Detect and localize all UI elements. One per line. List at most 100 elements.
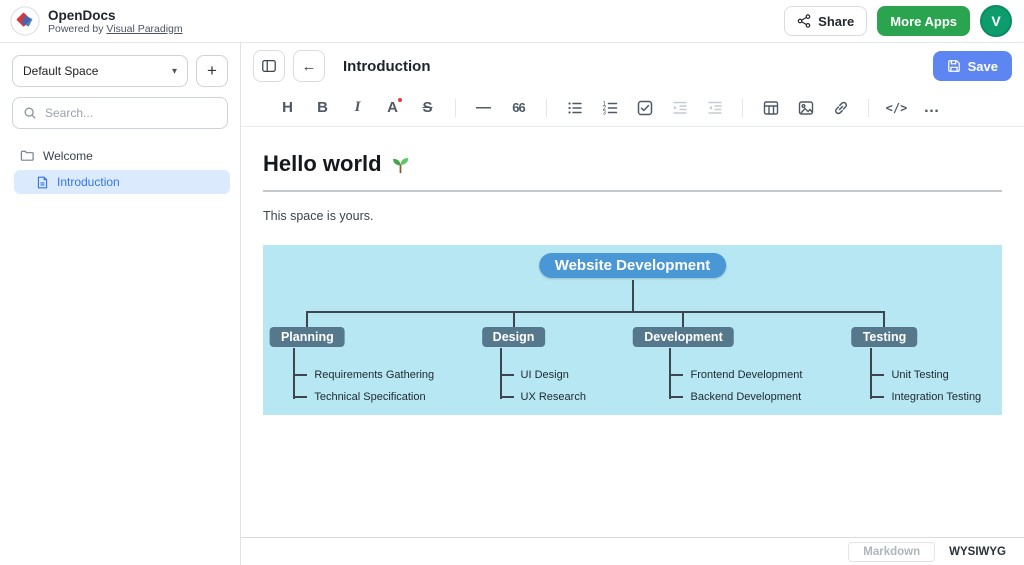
header-actions: Share More Apps V (784, 5, 1012, 37)
horizontal-rule-button[interactable]: — (467, 93, 500, 123)
add-page-button[interactable]: + (196, 55, 228, 87)
markdown-mode-tab[interactable]: Markdown (848, 542, 935, 562)
font-color-button[interactable]: A (376, 93, 409, 123)
search-icon (23, 106, 37, 120)
tree-item-label: Welcome (43, 149, 93, 163)
main-area: Default Space ▾ + (0, 43, 1024, 565)
diagram-root-node[interactable]: Website Development (539, 253, 727, 278)
website-development-diagram[interactable]: Website Development Planning Requirement… (263, 245, 1002, 415)
seedling-emoji-icon (390, 154, 411, 175)
code-glyph: </> (886, 101, 908, 115)
diagram-connector (306, 311, 308, 327)
user-avatar[interactable]: V (980, 5, 1012, 37)
bold-glyph: B (317, 99, 328, 116)
app-window: OpenDocs Powered by Visual Paradigm Shar… (0, 0, 1024, 565)
document-toolbar: ← Introduction Save (241, 43, 1024, 89)
document-icon (36, 176, 49, 189)
diagram-connector (500, 396, 514, 398)
diagram-leaf[interactable]: Unit Testing (870, 369, 948, 381)
toolbar-divider (546, 99, 547, 117)
diagram-branch-node[interactable]: Design (482, 327, 546, 347)
diagram-leaf[interactable]: Integration Testing (870, 391, 981, 403)
more-apps-button[interactable]: More Apps (877, 6, 970, 36)
page-tree: Welcome Introduction (0, 143, 240, 194)
code-button[interactable]: </> (880, 93, 913, 123)
share-label: Share (818, 14, 854, 29)
opendocs-logo-icon (10, 6, 40, 36)
tree-item-label: Introduction (57, 175, 120, 189)
heading-divider (263, 190, 1002, 192)
checklist-button[interactable] (628, 93, 661, 123)
powered-by: Powered by Visual Paradigm (48, 23, 183, 35)
diagram-leaf-label: Unit Testing (891, 369, 948, 381)
diagram-branch-node[interactable]: Planning (270, 327, 345, 347)
document-heading: Hello world (263, 151, 1002, 177)
strikethrough-button[interactable]: S (411, 93, 444, 123)
editor-canvas[interactable]: Hello world This space is yours. Website… (241, 127, 1024, 537)
heading-glyph: H (282, 99, 293, 116)
diagram-connector (883, 311, 885, 327)
toggle-sidebar-button[interactable] (253, 50, 285, 82)
bold-button[interactable]: B (306, 93, 339, 123)
diagram-connector (870, 374, 884, 376)
quote-glyph: 66 (512, 100, 524, 115)
folder-icon (20, 148, 35, 163)
save-button[interactable]: Save (933, 51, 1012, 81)
powered-by-prefix: Powered by (48, 23, 106, 35)
search-input[interactable] (45, 106, 217, 120)
diagram-connector (307, 311, 885, 313)
tree-item-introduction[interactable]: Introduction (14, 170, 230, 194)
indent-button[interactable] (663, 93, 696, 123)
italic-glyph: I (355, 99, 361, 116)
search-box (12, 97, 228, 129)
diagram-leaf[interactable]: Requirements Gathering (293, 369, 434, 381)
strike-glyph: S (422, 99, 432, 116)
diagram-connector (500, 374, 514, 376)
hr-glyph: — (476, 99, 491, 116)
document-heading-text: Hello world (263, 151, 382, 177)
sidebar: Default Space ▾ + (0, 43, 241, 565)
diagram-leaf-label: Backend Development (690, 391, 801, 403)
table-button[interactable] (754, 93, 787, 123)
diagram-leaf[interactable]: Frontend Development (669, 369, 802, 381)
space-row: Default Space ▾ + (0, 43, 240, 87)
diagram-leaf[interactable]: UX Research (500, 391, 586, 403)
visual-paradigm-link[interactable]: Visual Paradigm (106, 23, 182, 35)
back-button[interactable]: ← (293, 50, 325, 82)
page-title: Introduction (343, 58, 430, 75)
outdent-button[interactable] (698, 93, 731, 123)
wysiwyg-mode-tab[interactable]: WYSIWYG (945, 543, 1010, 561)
diagram-connector (870, 396, 884, 398)
blockquote-button[interactable]: 66 (502, 93, 535, 123)
link-button[interactable] (824, 93, 857, 123)
diagram-leaf[interactable]: Backend Development (669, 391, 801, 403)
app-title: OpenDocs (48, 8, 183, 23)
toolbar-divider (868, 99, 869, 117)
font-color-glyph: A (387, 99, 398, 116)
diagram-leaf-label: Frontend Development (690, 369, 802, 381)
italic-button[interactable]: I (341, 93, 374, 123)
diagram-branch-node[interactable]: Testing (852, 327, 918, 347)
diagram-leaf-label: UX Research (521, 391, 586, 403)
top-header: OpenDocs Powered by Visual Paradigm Shar… (0, 0, 1024, 43)
diagram-leaf[interactable]: UI Design (500, 369, 569, 381)
space-selector[interactable]: Default Space ▾ (12, 55, 188, 87)
diagram-leaf[interactable]: Technical Specification (293, 391, 425, 403)
document-paragraph: This space is yours. (263, 209, 1002, 223)
diagram-connector (293, 374, 307, 376)
tree-item-welcome[interactable]: Welcome (0, 143, 240, 168)
diagram-connector (669, 374, 683, 376)
diagram-connector (293, 396, 307, 398)
image-button[interactable] (789, 93, 822, 123)
diagram-branch-node[interactable]: Development (633, 327, 734, 347)
more-options-button[interactable]: … (915, 93, 948, 123)
diagram-connector (682, 311, 684, 327)
share-button[interactable]: Share (784, 6, 867, 36)
svg-text:3: 3 (602, 110, 606, 116)
save-icon (947, 59, 961, 73)
heading-button[interactable]: H (271, 93, 304, 123)
numbered-list-button[interactable]: 123 (593, 93, 626, 123)
brand-text: OpenDocs Powered by Visual Paradigm (48, 8, 183, 35)
diagram-connector (513, 311, 515, 327)
bullet-list-button[interactable] (558, 93, 591, 123)
